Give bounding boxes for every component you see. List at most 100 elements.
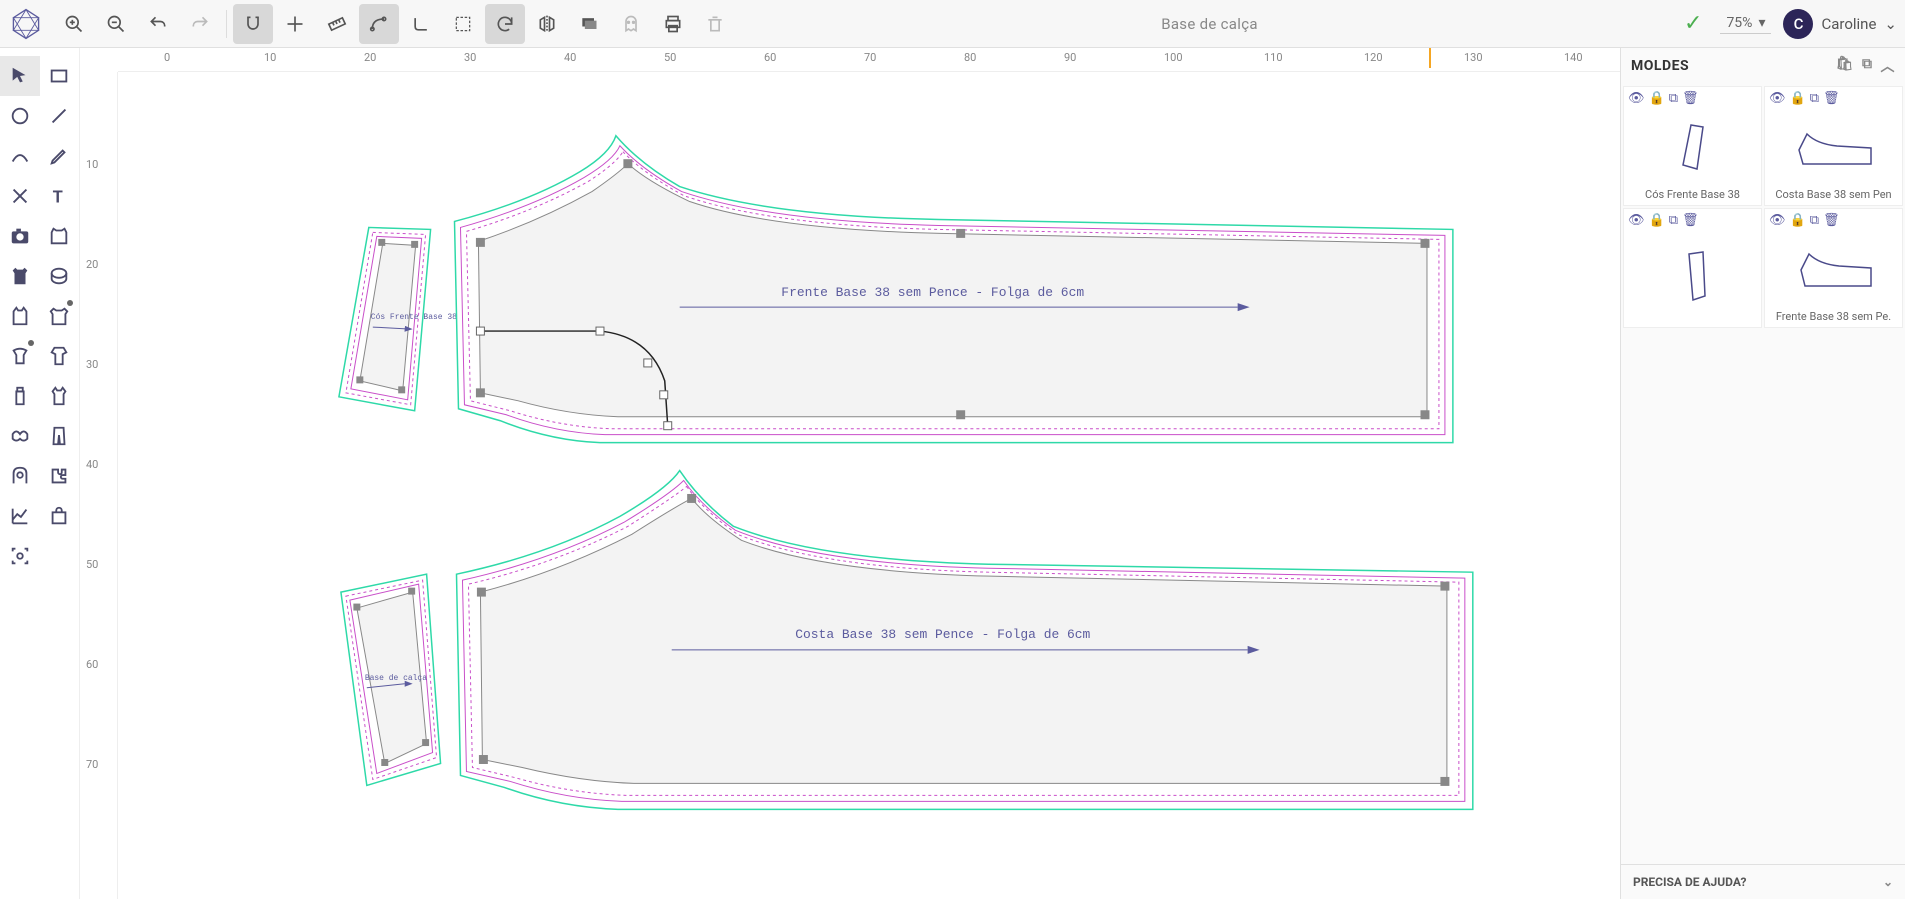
eye-icon[interactable]: 👁 bbox=[1769, 91, 1786, 106]
pointer-tool[interactable] bbox=[0, 56, 40, 96]
rectangle-tool[interactable] bbox=[40, 56, 80, 96]
lock-icon[interactable]: 🔒 bbox=[1649, 213, 1665, 228]
bag-tool[interactable] bbox=[40, 496, 80, 536]
eye-icon[interactable]: 👁 bbox=[1628, 91, 1645, 106]
chevron-down-icon: ▾ bbox=[1758, 15, 1765, 31]
scan-tool[interactable] bbox=[0, 536, 40, 576]
text-tool[interactable]: T bbox=[40, 176, 80, 216]
trash-icon[interactable]: 🗑 bbox=[1823, 213, 1840, 228]
redo-button[interactable] bbox=[180, 4, 220, 44]
pattern-piece-tool[interactable] bbox=[40, 216, 80, 256]
pattern-waistband-front[interactable]: Cós Frente Base 38 bbox=[339, 227, 457, 410]
chevron-down-icon: ⌄ bbox=[1884, 15, 1897, 33]
molde-card[interactable]: 👁 🔒 ⧉ 🗑 Cós Frente Base 38 bbox=[1623, 86, 1762, 206]
bra-tool[interactable] bbox=[0, 416, 40, 456]
pants-tool[interactable] bbox=[40, 416, 80, 456]
side-panel-header: MOLDES 🛍 ⧉ ︿ bbox=[1621, 48, 1905, 84]
curve-tool[interactable] bbox=[0, 136, 40, 176]
puzzle-tool[interactable] bbox=[40, 456, 80, 496]
molde-card[interactable]: 👁🔒⧉🗑 Costa Base 38 sem Pen bbox=[1764, 86, 1903, 206]
saved-check-icon: ✓ bbox=[1684, 11, 1702, 36]
molde-thumb bbox=[1663, 228, 1723, 323]
help-label: PRECISA DE AJUDA? bbox=[1633, 875, 1746, 889]
line-tool[interactable] bbox=[40, 96, 80, 136]
svg-text:T: T bbox=[53, 188, 63, 207]
rotate-button[interactable] bbox=[485, 4, 525, 44]
side-panel: MOLDES 🛍 ⧉ ︿ 👁 🔒 ⧉ 🗑 Cós Frente Base 38 👁 🔒 ⧉… bbox=[1620, 48, 1905, 899]
pattern-back-pants[interactable]: Costa Base 38 sem Pence - Folga de 6cm bbox=[456, 471, 1472, 810]
molde-name: Cós Frente Base 38 bbox=[1628, 188, 1757, 201]
chevron-down-icon: ⌄ bbox=[1883, 875, 1893, 889]
trash-icon[interactable]: 🗑 bbox=[1682, 213, 1699, 228]
lock-icon[interactable]: 🔒 bbox=[1790, 91, 1806, 106]
copy-icon[interactable]: ⧉ bbox=[1810, 213, 1819, 228]
copy-icon[interactable]: ⧉ bbox=[1669, 91, 1678, 106]
svg-text:Costa Base 38 sem Pence - Folg: Costa Base 38 sem Pence - Folga de 6cm bbox=[795, 627, 1090, 642]
bodice-tool[interactable] bbox=[0, 256, 40, 296]
app-logo bbox=[8, 6, 44, 42]
panel-collapse-icon[interactable]: ︿ bbox=[1881, 56, 1896, 76]
toolbar-separator bbox=[226, 10, 227, 38]
panel-bag-icon[interactable]: 🛍 bbox=[1836, 56, 1854, 76]
zoom-value: 75% bbox=[1726, 15, 1752, 31]
ruler-marker bbox=[1429, 48, 1431, 68]
user-menu[interactable]: C Caroline ⌄ bbox=[1783, 9, 1897, 39]
snap-magnet-button[interactable] bbox=[233, 4, 273, 44]
canvas-area[interactable]: 0102030405060708090100110120130140 10203… bbox=[80, 48, 1620, 899]
copy-icon[interactable]: ⧉ bbox=[1669, 213, 1678, 228]
drawing-canvas[interactable]: Cós Frente Base 38 bbox=[118, 72, 1620, 899]
moldes-list: 👁🔒⧉🗑 Cós Frente Base 38 👁🔒⧉🗑 Costa Base … bbox=[1621, 84, 1905, 330]
zoom-in-button[interactable] bbox=[54, 4, 94, 44]
bottle-tool[interactable] bbox=[0, 376, 40, 416]
document-title[interactable]: Base de calça bbox=[737, 15, 1682, 33]
svg-text:Cós Frente Base 38: Cós Frente Base 38 bbox=[371, 313, 457, 322]
eye-icon[interactable]: 👁 bbox=[1769, 213, 1786, 228]
print-button[interactable] bbox=[653, 4, 693, 44]
circle-tool[interactable] bbox=[0, 96, 40, 136]
top-toolbar: Base de calça ✓ 75% ▾ C Caroline ⌄ bbox=[0, 0, 1905, 48]
select-area-button[interactable] bbox=[443, 4, 483, 44]
pattern-waistband-back[interactable]: Base de calça bbox=[341, 574, 441, 785]
user-name: Caroline bbox=[1821, 15, 1876, 33]
empty-slot bbox=[40, 536, 80, 576]
molde-card[interactable]: 👁🔒⧉🗑 Frente Base 38 sem Pe. bbox=[1764, 208, 1903, 328]
zoom-out-button[interactable] bbox=[96, 4, 136, 44]
vertical-ruler: 10203040506070 bbox=[80, 72, 118, 899]
svg-text:Frente Base 38 sem Pence - Fol: Frente Base 38 sem Pence - Folga de 6cm bbox=[781, 285, 1084, 300]
shirt-tool[interactable] bbox=[40, 296, 80, 336]
pattern-front-pants[interactable]: Frente Base 38 sem Pence - Folga de 6cm bbox=[455, 136, 1453, 443]
corner-button[interactable] bbox=[401, 4, 441, 44]
layers-button[interactable] bbox=[569, 4, 609, 44]
lock-icon[interactable]: 🔒 bbox=[1790, 213, 1806, 228]
eye-icon[interactable]: 👁 bbox=[1628, 213, 1645, 228]
side-panel-title: MOLDES bbox=[1631, 58, 1689, 74]
lock-icon[interactable]: 🔒 bbox=[1649, 91, 1665, 106]
close-tool[interactable] bbox=[0, 176, 40, 216]
help-bar[interactable]: PRECISA DE AJUDA? ⌄ bbox=[1621, 864, 1905, 899]
panel-stack-icon[interactable]: ⧉ bbox=[1862, 56, 1873, 76]
sleeve-tool[interactable] bbox=[40, 336, 80, 376]
collar-tool[interactable] bbox=[0, 336, 40, 376]
chart-tool[interactable] bbox=[0, 496, 40, 536]
undo-button[interactable] bbox=[138, 4, 178, 44]
molde-card[interactable]: 👁 🔒 ⧉ 🗑 bbox=[1623, 208, 1762, 328]
vest-tool[interactable] bbox=[40, 376, 80, 416]
avatar: C bbox=[1783, 9, 1813, 39]
mirror-button[interactable] bbox=[527, 4, 567, 44]
measure-tape-tool[interactable] bbox=[40, 256, 80, 296]
crosshair-button[interactable] bbox=[275, 4, 315, 44]
pencil-tool[interactable] bbox=[40, 136, 80, 176]
tank-tool[interactable] bbox=[0, 296, 40, 336]
curve-node-button[interactable] bbox=[359, 4, 399, 44]
ruler-button[interactable] bbox=[317, 4, 357, 44]
ghost-button[interactable] bbox=[611, 4, 651, 44]
trash-icon[interactable]: 🗑 bbox=[1682, 91, 1699, 106]
zoom-dropdown[interactable]: 75% ▾ bbox=[1720, 13, 1771, 34]
delete-button[interactable] bbox=[695, 4, 735, 44]
molde-thumb bbox=[1663, 106, 1723, 188]
hood-tool[interactable] bbox=[0, 456, 40, 496]
copy-icon[interactable]: ⧉ bbox=[1810, 91, 1819, 106]
camera-tool[interactable] bbox=[0, 216, 40, 256]
trash-icon[interactable]: 🗑 bbox=[1823, 91, 1840, 106]
molde-thumb bbox=[1789, 228, 1879, 310]
